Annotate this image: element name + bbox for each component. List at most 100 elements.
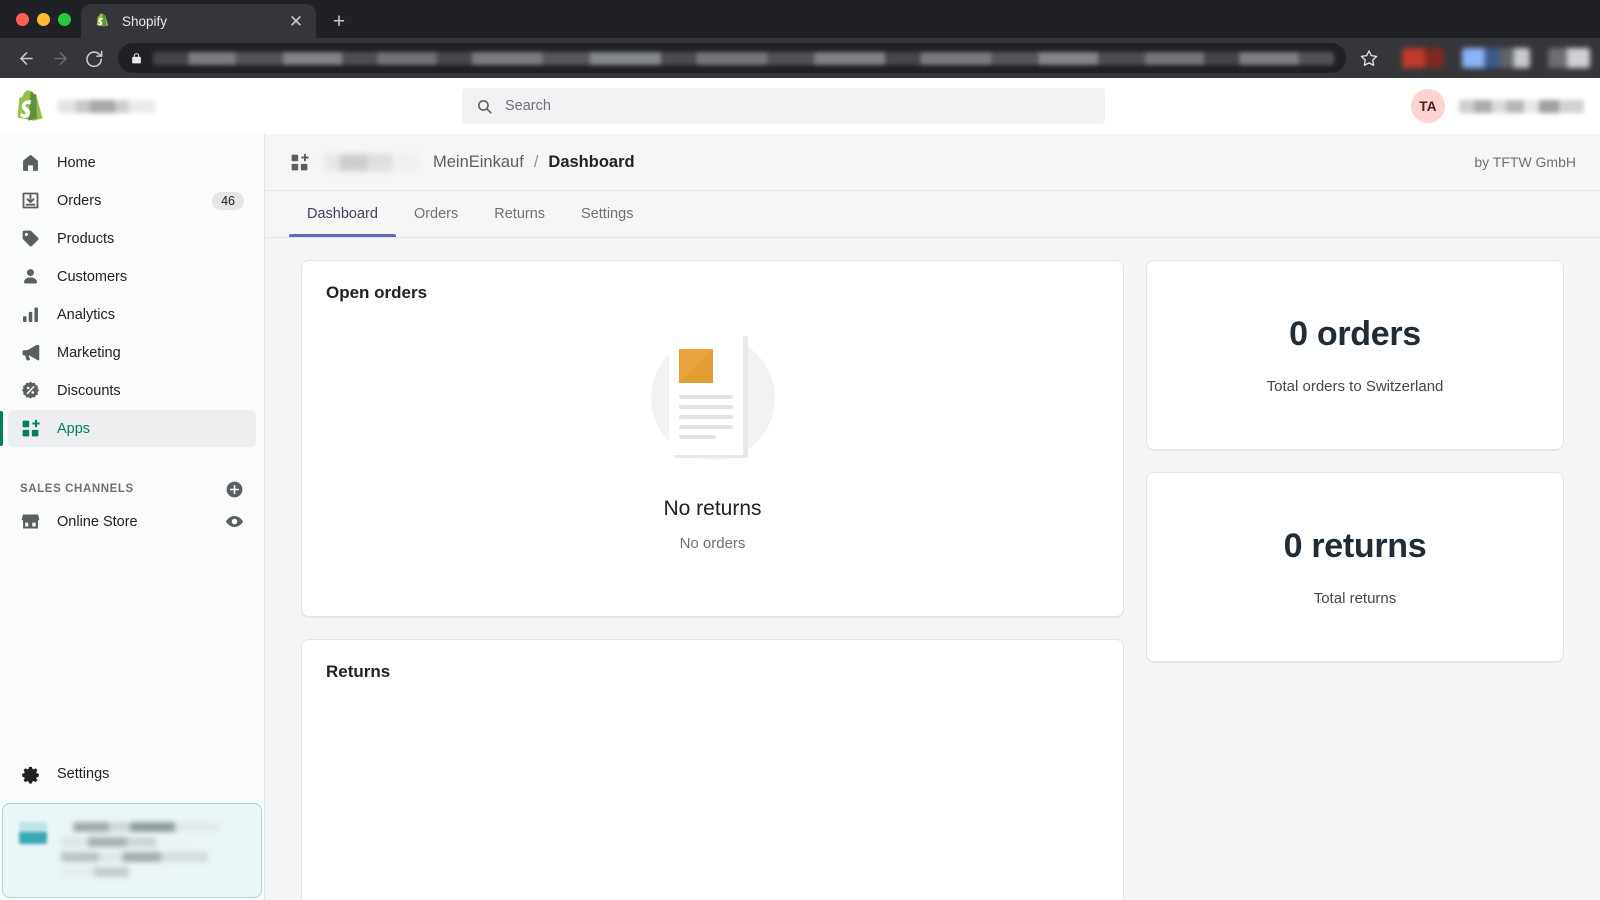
back-button[interactable] <box>10 42 42 74</box>
orders-count-badge: 46 <box>212 192 244 210</box>
sidebar-item-orders[interactable]: Orders 46 <box>8 182 256 219</box>
sidebar-item-label: Analytics <box>57 307 244 323</box>
bar-chart-icon <box>20 304 41 325</box>
extension-icon-redacted[interactable] <box>1402 48 1444 68</box>
breadcrumb-app-name[interactable]: MeinEinkauf <box>433 153 524 172</box>
browser-toolbar <box>0 38 1600 78</box>
sidebar-item-label: Home <box>57 155 244 171</box>
sidebar-item-discounts[interactable]: Discounts <box>8 372 256 409</box>
user-menu[interactable]: TA <box>1411 89 1584 123</box>
extension-icon-redacted[interactable] <box>1462 48 1530 68</box>
sidebar: Home Orders 46 Products <box>0 134 265 900</box>
bookmark-star-icon[interactable] <box>1354 43 1384 73</box>
sidebar-item-products[interactable]: Products <box>8 220 256 257</box>
sales-channels-title: SALES CHANNELS <box>20 483 134 495</box>
empty-state: No returns No orders <box>302 303 1123 616</box>
search-input[interactable]: Search <box>462 88 1105 124</box>
stat-card-orders: 0 orders Total orders to Switzerland <box>1146 260 1564 450</box>
extension-icon-redacted[interactable] <box>1548 48 1590 68</box>
tab-returns[interactable]: Returns <box>476 191 563 237</box>
store-card-line-redacted <box>61 837 197 847</box>
dashboard-content: Open orders <box>265 238 1600 900</box>
sidebar-item-label: Products <box>57 231 244 247</box>
returns-card: Returns <box>301 639 1124 900</box>
storefront-icon <box>20 511 41 532</box>
browser-tab[interactable]: Shopify ✕ <box>81 4 316 38</box>
sidebar-item-label: Discounts <box>57 383 244 399</box>
main-content: MeinEinkauf / Dashboard by TFTW GmbH Das… <box>265 134 1600 900</box>
eye-icon[interactable] <box>225 512 244 531</box>
home-icon <box>20 152 41 173</box>
store-card-redacted[interactable] <box>2 803 262 898</box>
search-icon <box>476 98 493 115</box>
tab-dashboard[interactable]: Dashboard <box>289 191 396 237</box>
user-name-redacted <box>1459 100 1584 113</box>
sidebar-item-label: Online Store <box>57 514 209 530</box>
card-title: Open orders <box>302 261 1123 303</box>
stat-value: 0 orders <box>1289 315 1421 354</box>
sidebar-item-apps[interactable]: Apps <box>8 410 256 447</box>
apps-grid-plus-icon <box>20 418 41 439</box>
reload-button[interactable] <box>78 42 110 74</box>
sidebar-nav: Home Orders 46 Products <box>0 144 264 447</box>
stat-card-returns: 0 returns Total returns <box>1146 472 1564 662</box>
shopify-logo[interactable] <box>16 89 46 123</box>
minimize-window-button[interactable] <box>37 13 50 26</box>
tab-orders[interactable]: Orders <box>396 191 476 237</box>
stat-label: Total returns <box>1314 590 1397 607</box>
tab-label: Dashboard <box>307 206 378 222</box>
app-tab-bar: Dashboard Orders Returns Settings <box>265 191 1600 238</box>
breadcrumb-separator: / <box>534 153 539 172</box>
store-card-icon-redacted <box>19 822 47 844</box>
empty-state-subtitle: No orders <box>680 535 746 552</box>
shopify-top-bar: Search TA <box>0 78 1600 134</box>
app-byline: by TFTW GmbH <box>1474 154 1576 170</box>
apps-grid-plus-icon <box>289 152 310 173</box>
close-window-button[interactable] <box>16 13 29 26</box>
sidebar-item-home[interactable]: Home <box>8 144 256 181</box>
browser-tab-title: Shopify <box>122 14 276 29</box>
new-tab-button[interactable]: + <box>324 6 354 36</box>
sidebar-item-label: Marketing <box>57 345 244 361</box>
browser-window: Shopify ✕ + <box>0 0 1600 900</box>
empty-state-title: No returns <box>663 497 761 521</box>
sidebar-item-marketing[interactable]: Marketing <box>8 334 256 371</box>
window-controls <box>12 0 81 38</box>
address-bar[interactable] <box>118 43 1346 73</box>
maximize-window-button[interactable] <box>58 13 71 26</box>
avatar[interactable]: TA <box>1411 89 1445 123</box>
address-bar-url-redacted <box>153 52 1334 65</box>
shopify-bag-icon <box>95 13 112 30</box>
sidebar-item-label: Settings <box>57 766 109 782</box>
gear-icon <box>20 764 41 785</box>
sidebar-item-customers[interactable]: Customers <box>8 258 256 295</box>
lock-icon <box>130 51 143 66</box>
tab-label: Orders <box>414 206 458 222</box>
forward-button[interactable] <box>44 42 76 74</box>
store-card-line-redacted <box>61 822 219 832</box>
store-name-redacted <box>58 100 156 113</box>
breadcrumb: MeinEinkauf / Dashboard by TFTW GmbH <box>265 134 1600 191</box>
discount-percent-icon <box>20 380 41 401</box>
tab-label: Returns <box>494 206 545 222</box>
megaphone-icon <box>20 342 41 363</box>
sales-channels-header: SALES CHANNELS <box>0 475 264 503</box>
page-title: Dashboard <box>548 153 634 172</box>
browser-tab-strip: Shopify ✕ + <box>0 0 1600 38</box>
sidebar-item-online-store[interactable]: Online Store <box>8 503 256 540</box>
plus-circle-icon[interactable] <box>225 480 244 499</box>
sidebar-item-analytics[interactable]: Analytics <box>8 296 256 333</box>
close-tab-button[interactable]: ✕ <box>286 11 306 31</box>
document-with-image-icon <box>628 313 798 483</box>
breadcrumb-store-redacted <box>324 154 419 171</box>
tag-icon <box>20 228 41 249</box>
stat-label: Total orders to Switzerland <box>1267 378 1444 395</box>
tab-label: Settings <box>581 206 633 222</box>
stat-value: 0 returns <box>1284 527 1427 566</box>
card-title: Returns <box>302 640 1123 682</box>
sidebar-item-label: Orders <box>57 193 196 209</box>
page-viewport: Search TA Home <box>0 78 1600 900</box>
tab-settings[interactable]: Settings <box>563 191 651 237</box>
open-orders-card: Open orders <box>301 260 1124 617</box>
sidebar-item-settings[interactable]: Settings <box>8 755 256 793</box>
